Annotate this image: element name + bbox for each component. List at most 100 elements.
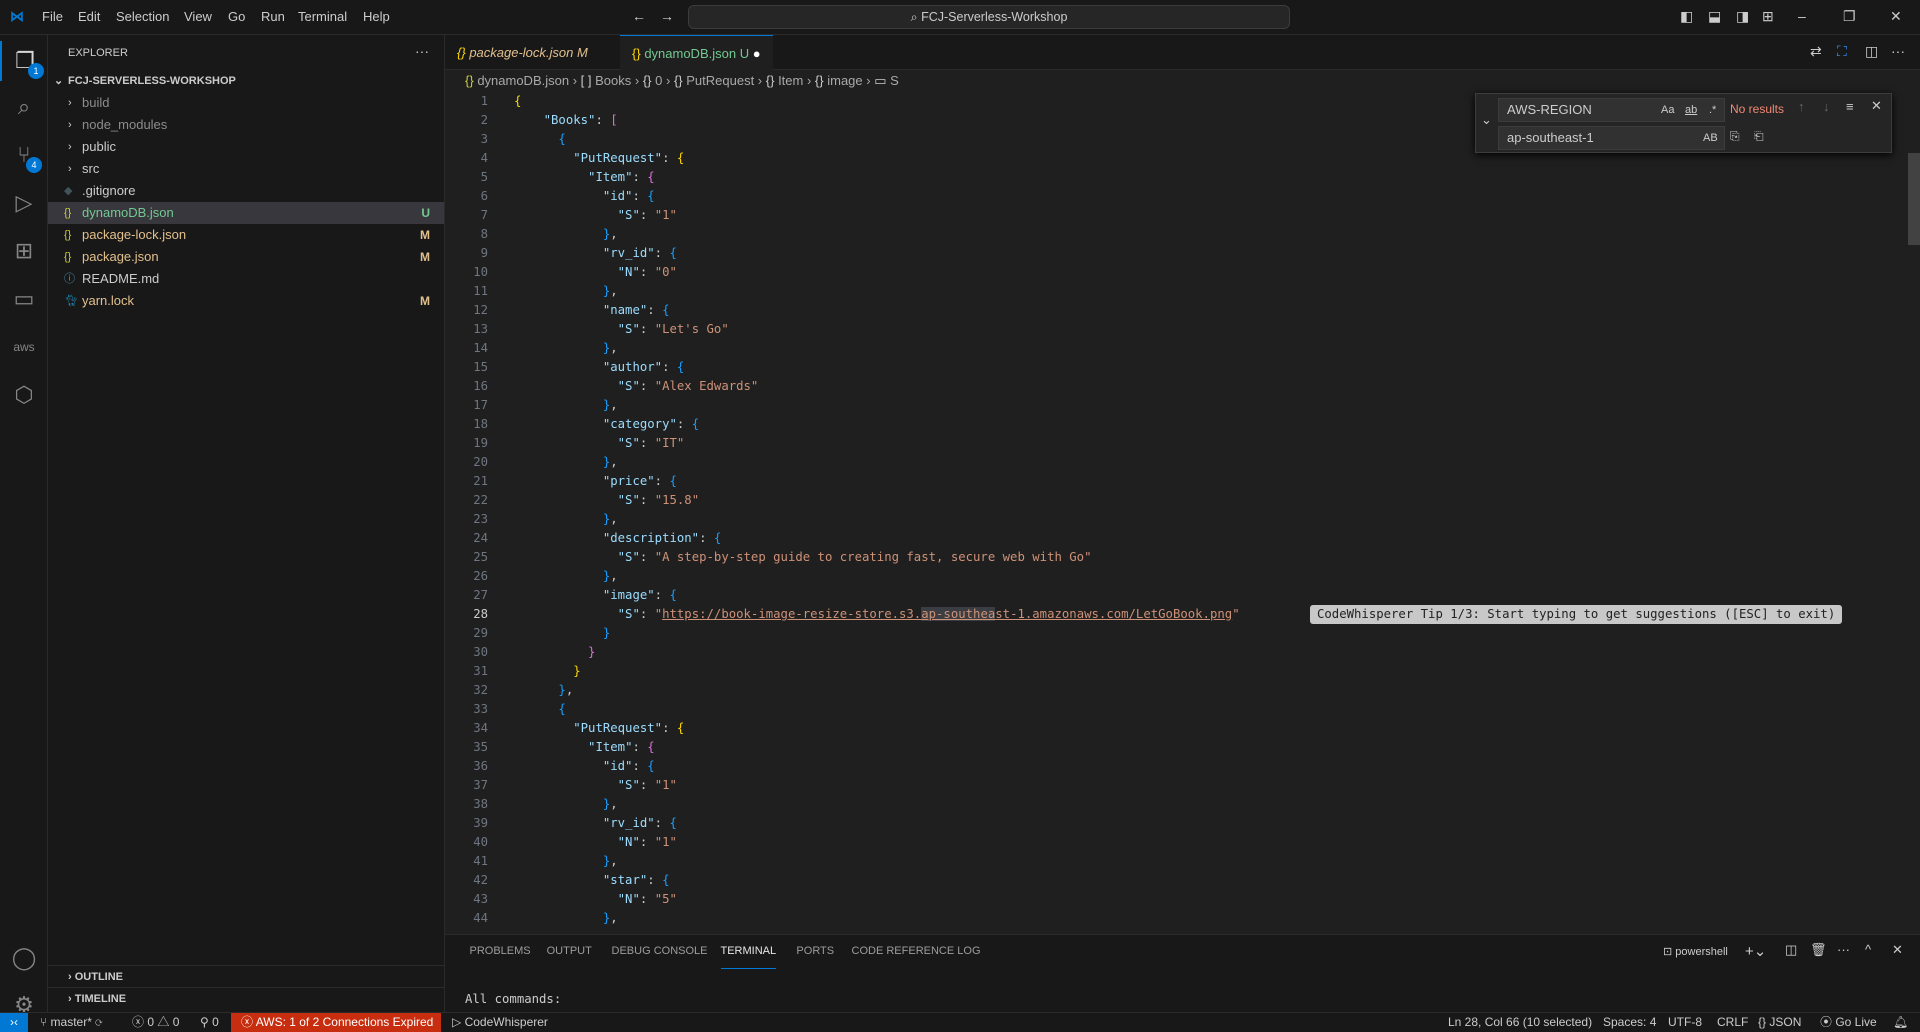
code-line[interactable]: "N": "0" [514, 263, 677, 282]
code-line[interactable]: "id": { [514, 757, 655, 776]
code-line[interactable]: "S": "Alex Edwards" [514, 377, 759, 396]
command-center-search[interactable]: ⌕ FCJ-Serverless-Workshop [688, 5, 1290, 29]
toggle-replace-chevron-icon[interactable]: ⌄ [1481, 112, 1492, 128]
aws-icon[interactable]: aws [0, 327, 48, 367]
menu-view[interactable]: View [184, 9, 212, 24]
breadcrumb-item[interactable]: {} PutRequest › [674, 73, 766, 88]
match-case-icon[interactable]: Aa [1661, 99, 1674, 121]
code-line[interactable]: }, [514, 225, 618, 244]
tab-package-lock[interactable]: {} package-lock.json M [445, 35, 600, 70]
menu-file[interactable]: File [42, 9, 63, 24]
line-ending[interactable]: CRLF [1717, 1013, 1748, 1032]
ports-status[interactable]: ⚲ 0 [200, 1013, 219, 1032]
code-line[interactable]: "description": { [514, 529, 721, 548]
code-line[interactable]: "PutRequest": { [514, 149, 684, 168]
code-line[interactable]: "rv_id": { [514, 814, 677, 833]
cursor-position[interactable]: Ln 28, Col 66 (10 selected) [1448, 1013, 1592, 1032]
replace-input[interactable]: ap-southeast-1 AB [1498, 126, 1725, 150]
remote-explorer-icon[interactable]: ▭ [0, 279, 48, 319]
panel-tab[interactable]: CODE REFERENCE LOG [852, 945, 981, 969]
account-icon[interactable]: ◯ [0, 938, 48, 978]
find-in-selection-icon[interactable]: ≡ [1846, 99, 1854, 114]
close-find-icon[interactable]: ✕ [1871, 98, 1882, 114]
toggle-sidebar-icon[interactable]: ◧ [1680, 8, 1693, 25]
code-line[interactable]: "name": { [514, 301, 670, 320]
menu-selection[interactable]: Selection [116, 9, 169, 24]
run-debug-icon[interactable]: ▷ [0, 183, 48, 223]
menu-run[interactable]: Run [261, 9, 285, 24]
remote-indicator-icon[interactable]: ›‹ [0, 1013, 28, 1032]
code-line[interactable]: "Item": { [514, 168, 655, 187]
terminal-shell[interactable]: ⊡ powershell [1663, 945, 1728, 958]
codewhisperer-scan-icon[interactable]: ⛶ [1837, 43, 1847, 60]
code-line[interactable]: } [514, 662, 580, 681]
minimize-icon[interactable]: – [1798, 8, 1806, 24]
problems-status[interactable]: ⓧ 0 △ 0 [132, 1013, 179, 1032]
toggle-secondary-sidebar-icon[interactable]: ◨ [1736, 8, 1749, 25]
panel-tab[interactable]: DEBUG CONSOLE [612, 945, 708, 969]
preserve-case-icon[interactable]: AB [1703, 127, 1718, 149]
code-line[interactable]: "S": "https://book-image-resize-store.s3… [514, 605, 1240, 624]
code-line[interactable]: }, [514, 681, 573, 700]
code-line[interactable]: }, [514, 396, 618, 415]
code-line[interactable]: "category": { [514, 415, 699, 434]
close-panel-icon[interactable]: ✕ [1892, 942, 1903, 958]
search-icon[interactable]: ⌕ [0, 87, 48, 127]
back-arrow-icon[interactable]: ← [632, 8, 646, 24]
file-tree-item[interactable]: › build [48, 92, 444, 114]
more-actions-icon[interactable]: ··· [1891, 43, 1905, 59]
panel-tab[interactable]: PORTS [796, 945, 834, 969]
menu-terminal[interactable]: Terminal [298, 9, 347, 24]
code-line[interactable]: { [514, 130, 565, 149]
code-line[interactable]: }, [514, 282, 618, 301]
code-editor[interactable]: 1 {2 "Books": [3 {4 "PutRequest": {5 "Ite… [445, 92, 1905, 934]
regex-icon[interactable]: .* [1709, 99, 1716, 121]
breadcrumb-item[interactable]: {} 0 › [643, 73, 674, 88]
code-line[interactable]: }, [514, 567, 618, 586]
editor-scrollbar[interactable] [1908, 153, 1920, 245]
panel-tab[interactable]: PROBLEMS [469, 945, 530, 969]
new-terminal-icon[interactable]: +⌄ [1745, 942, 1766, 960]
more-actions-icon[interactable]: ··· [415, 43, 429, 59]
code-line[interactable]: "star": { [514, 871, 670, 890]
replace-icon[interactable]: ⎘ [1730, 129, 1740, 144]
code-line[interactable]: "PutRequest": { [514, 719, 684, 738]
restore-icon[interactable]: ❐ [1843, 8, 1856, 25]
code-line[interactable]: "S": "15.8" [514, 491, 699, 510]
terminal-output[interactable]: All commands: [465, 992, 561, 1006]
code-line[interactable]: }, [514, 339, 618, 358]
code-line[interactable]: "price": { [514, 472, 677, 491]
aws-connection-status[interactable]: ⓧ AWS: 1 of 2 Connections Expired [231, 1013, 441, 1032]
code-line[interactable]: "author": { [514, 358, 684, 377]
breadcrumb-item[interactable]: [ ] Books › [581, 73, 643, 88]
code-line[interactable]: }, [514, 453, 618, 472]
file-tree-item[interactable]: ⓘ README.md [48, 268, 444, 290]
find-input[interactable]: AWS-REGION Aa ab .* [1498, 98, 1725, 122]
go-live-button[interactable]: ⦿ Go Live [1820, 1013, 1877, 1032]
branch-status[interactable]: ⑂ master* ⟳ [40, 1013, 102, 1032]
extensions-icon[interactable]: ⊞ [0, 231, 48, 271]
breadcrumb-item[interactable]: ▭ S [874, 73, 899, 88]
timeline-section[interactable]: › TIMELINE [48, 987, 444, 1009]
breadcrumb-item[interactable]: {} dynamoDB.json › [465, 73, 581, 88]
maximize-panel-icon[interactable]: ^ [1865, 942, 1871, 957]
code-line[interactable]: "N": "1" [514, 833, 677, 852]
file-tree-item[interactable]: {} package-lock.json M [48, 224, 444, 246]
code-line[interactable]: }, [514, 510, 618, 529]
code-line[interactable]: }, [514, 909, 618, 928]
code-line[interactable]: } [514, 643, 595, 662]
code-line[interactable]: "S": "IT" [514, 434, 685, 453]
explorer-icon[interactable]: ❐ 1 [0, 41, 48, 81]
more-actions-icon[interactable]: ··· [1837, 942, 1850, 957]
code-line[interactable]: "rv_id": { [514, 244, 677, 263]
source-control-icon[interactable]: ⑂ 4 [0, 135, 48, 175]
code-line[interactable]: { [514, 92, 521, 111]
unsaved-dot-icon[interactable]: ● [753, 46, 761, 61]
outline-section[interactable]: › OUTLINE [48, 965, 444, 987]
next-match-icon[interactable]: ↓ [1823, 99, 1830, 114]
breadcrumb-item[interactable]: {} Item › [766, 73, 815, 88]
file-tree-item[interactable]: › node_modules [48, 114, 444, 136]
code-line[interactable]: } [514, 624, 610, 643]
code-line[interactable]: "N": "5" [514, 890, 677, 909]
file-tree-item[interactable]: {} package.json M [48, 246, 444, 268]
